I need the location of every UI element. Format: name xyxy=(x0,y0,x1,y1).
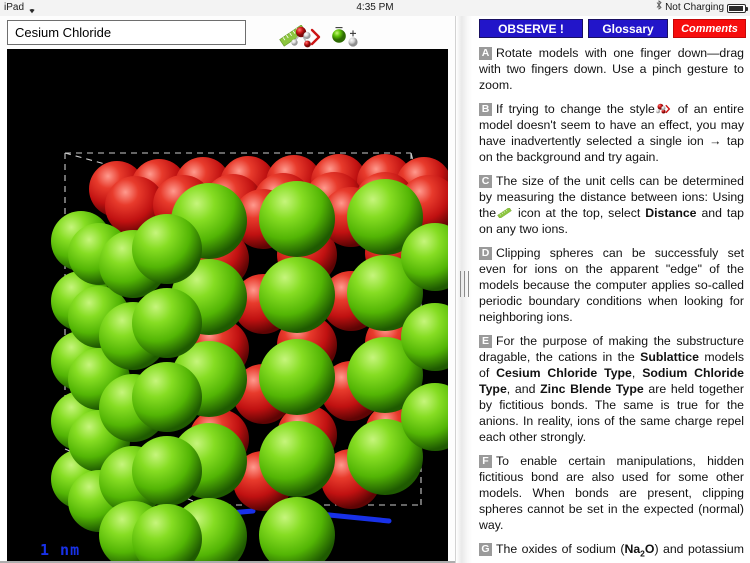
note-text-g-1: The oxides of sodium ( xyxy=(496,542,625,556)
molecule-style-icon[interactable] xyxy=(290,24,330,50)
info-pane: OBSERVE ! Glossary Comments A Rotate mode… xyxy=(472,16,750,563)
ruler-icon xyxy=(497,206,512,219)
battery-icon xyxy=(727,3,748,13)
model-pane: Cesium Chloride 1 nm xyxy=(0,16,455,563)
note-badge-b: B xyxy=(479,103,492,116)
note-item-b: B If trying to change the style of an ent… xyxy=(479,101,744,165)
crystal-lattice-render xyxy=(7,49,448,561)
ion-charge-icon[interactable] xyxy=(330,24,368,50)
note-item-c: C The size of the unit cells can be deter… xyxy=(479,173,744,237)
tab-glossary[interactable]: Glossary xyxy=(588,19,668,38)
note-text-f: To enable certain manipulations, hidden … xyxy=(479,454,744,532)
observe-notes-list: A Rotate models with one finger down—drag… xyxy=(479,45,744,563)
crystal-structure-viewport[interactable]: 1 nm xyxy=(7,49,448,561)
note-bold-c-1: Distance xyxy=(645,206,697,220)
clock-label: 4:35 PM xyxy=(356,2,394,13)
divider-grip-icon xyxy=(460,271,469,297)
status-bar-right: Not Charging xyxy=(656,0,748,16)
charging-status-label: Not Charging xyxy=(665,2,724,13)
bluetooth-icon xyxy=(656,0,662,16)
app-root: iPad 4:35 PM Not Charging Cesium Chlorid… xyxy=(0,0,750,563)
note-badge-d: D xyxy=(479,247,492,260)
note-badge-f: F xyxy=(479,455,492,468)
status-bar: iPad 4:35 PM Not Charging xyxy=(0,0,750,16)
info-pane-tabs: OBSERVE ! Glossary Comments xyxy=(472,19,750,41)
note-badge-e: E xyxy=(479,335,492,348)
model-toolbar: Cesium Chloride xyxy=(0,16,455,49)
note-text-d: Clipping spheres can be successfuly set … xyxy=(479,246,744,324)
note-badge-c: C xyxy=(479,175,492,188)
model-title-input[interactable]: Cesium Chloride xyxy=(7,20,246,45)
note-item-a: A Rotate models with one finger down—drag… xyxy=(479,45,744,93)
pane-divider-handle[interactable] xyxy=(455,16,472,563)
note-item-e: E For the purpose of making the substruct… xyxy=(479,333,744,445)
note-formula-g-1: Na xyxy=(624,542,641,556)
note-bold-e-2: Cesium Chloride Type xyxy=(496,366,632,380)
note-item-d: D Clipping spheres can be successfuly set… xyxy=(479,245,744,325)
note-text-a: Rotate models with one finger down—drag … xyxy=(479,46,744,92)
note-item-f: F To enable certain manipulations, hidden… xyxy=(479,453,744,533)
scale-bar-label: 1 nm xyxy=(40,541,81,559)
note-bold-e-4: Zinc Blende Type xyxy=(540,382,644,396)
note-text-c-2: icon at the top, select xyxy=(518,206,641,220)
molecule-style-icon xyxy=(655,103,671,115)
note-badge-g: G xyxy=(479,543,492,556)
tab-comments[interactable]: Comments xyxy=(673,19,746,38)
tab-observe[interactable]: OBSERVE ! xyxy=(479,19,583,38)
note-bold-e-1: Sublattice xyxy=(640,350,699,364)
note-text-b-before: If trying to change the style xyxy=(496,102,655,116)
note-item-g: G The oxides of sodium (Na2O) and potassi… xyxy=(479,541,744,563)
note-text-e-4: , and xyxy=(506,382,536,396)
note-badge-a: A xyxy=(479,47,492,60)
note-text-e-3: , xyxy=(631,366,636,380)
